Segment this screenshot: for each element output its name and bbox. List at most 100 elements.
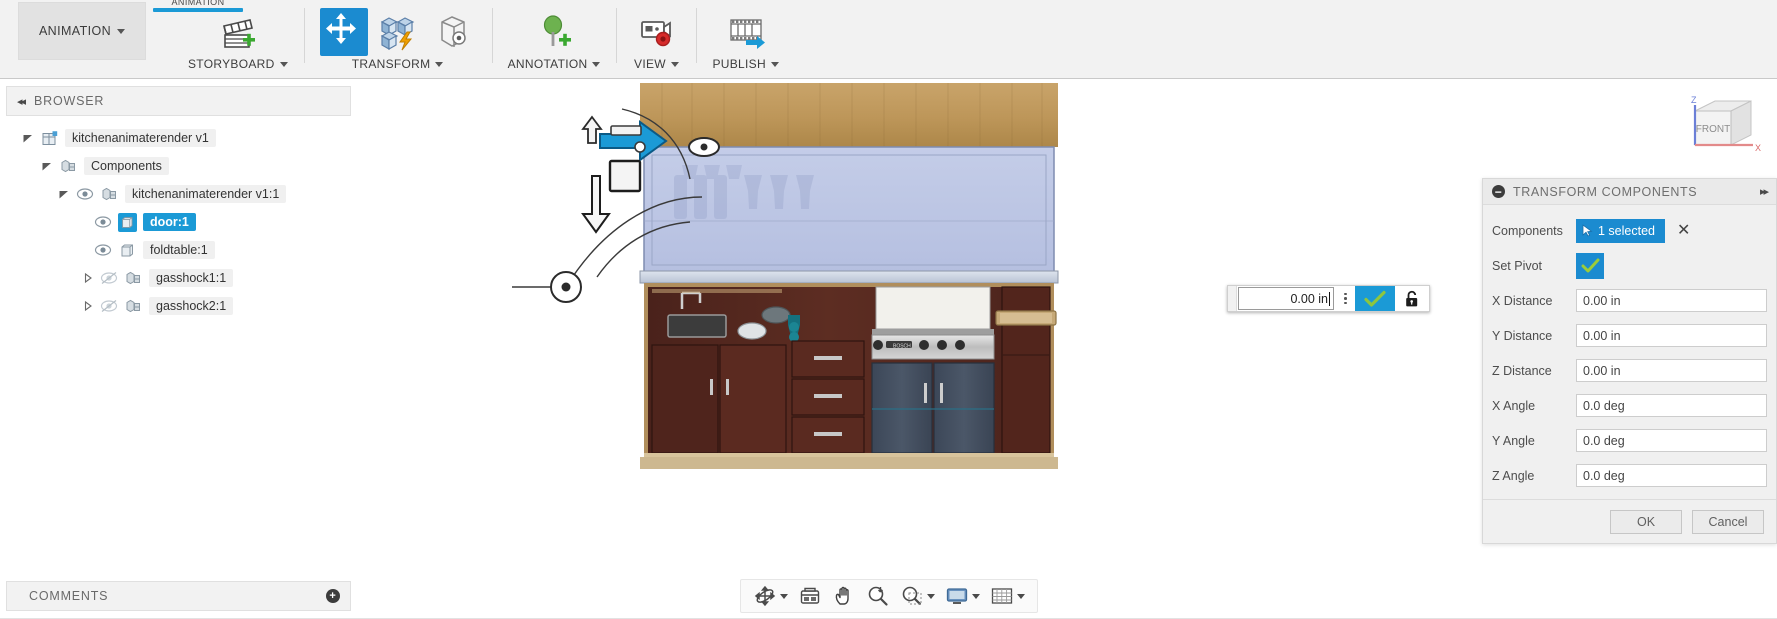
field-x-distance: X Distance 0.00 in (1483, 283, 1776, 318)
navbar-grid-settings[interactable] (987, 584, 1028, 608)
workspace-switcher-button[interactable]: ANIMATION (18, 2, 146, 60)
browser-header[interactable]: ◂◂ BROWSER (6, 86, 351, 116)
chevron-down-icon (279, 61, 288, 67)
navbar-zoom[interactable] (863, 584, 893, 608)
navbar-pan[interactable] (829, 584, 859, 608)
ok-button[interactable]: OK (1610, 509, 1682, 534)
document-icon (40, 129, 59, 148)
manipulator-confirm-button[interactable] (1355, 286, 1395, 311)
navbar-display-settings[interactable] (942, 584, 983, 608)
visibility-eye-icon[interactable] (94, 243, 112, 257)
navbar-zoom-window[interactable] (897, 584, 938, 608)
show-hide-components-icon[interactable] (374, 8, 422, 56)
cursor-arrow-icon (1582, 224, 1593, 237)
chevron-down-icon[interactable] (971, 593, 980, 599)
tree-item-components[interactable]: Components (6, 152, 351, 180)
ribbon-group-transform-label[interactable]: TRANSFORM (352, 57, 444, 71)
manipulator-value-input-group[interactable]: 0.00 in (1227, 285, 1430, 312)
clear-selection-x-icon[interactable]: ✕ (1677, 222, 1690, 239)
orbit-icon (754, 585, 775, 607)
dialog-header[interactable]: − TRANSFORM COMPONENTS ▸▸ (1483, 179, 1776, 205)
tree-item-label: kitchenanimaterender v1 (65, 129, 216, 147)
expand-triangle-open-icon[interactable] (41, 160, 53, 172)
tree-item-gasshock1-1[interactable]: gasshock1:1 (6, 264, 351, 292)
visibility-eye-icon[interactable] (94, 215, 112, 229)
grid-settings-icon (991, 588, 1012, 604)
set-pivot-toggle[interactable] (1576, 252, 1604, 279)
new-callout-icon[interactable] (530, 8, 578, 56)
field-z-distance: Z Distance 0.00 in (1483, 353, 1776, 388)
field-y-distance: Y Distance 0.00 in (1483, 318, 1776, 353)
chevron-down-icon[interactable] (1016, 593, 1025, 599)
view-cube-face-label: FRONT (1696, 124, 1730, 135)
new-storyboard-icon[interactable] (214, 8, 262, 56)
chevron-down-icon (117, 28, 126, 34)
y-distance-input[interactable]: 0.00 in (1576, 324, 1767, 347)
ribbon-group-view-label[interactable]: VIEW (634, 57, 679, 71)
visibility-eye-hidden-icon[interactable] (100, 271, 118, 285)
plus-circle-icon[interactable]: + (326, 589, 340, 603)
cancel-button[interactable]: Cancel (1692, 509, 1764, 534)
ribbon-group-publish-label[interactable]: PUBLISH (712, 57, 779, 71)
collapse-left-icon[interactable]: ◂◂ (17, 95, 26, 108)
field-label: Y Distance (1492, 328, 1553, 343)
camera-view-icon[interactable] (632, 8, 680, 56)
expand-triangle-closed-icon[interactable] (82, 272, 94, 284)
chevron-down-icon (435, 61, 444, 67)
view-cube-axis-x: X (1755, 143, 1761, 153)
view-cube-axis-z: Z (1691, 95, 1697, 105)
components-selection-value: 1 selected (1598, 223, 1655, 238)
tree-item-foldtable-1[interactable]: foldtable:1 (6, 236, 351, 264)
ribbon-group-storyboard-label[interactable]: STORYBOARD (188, 57, 288, 71)
transform-components-icon[interactable] (319, 8, 368, 56)
comments-header[interactable]: COMMENTS + (6, 581, 351, 611)
chevron-down-icon[interactable] (779, 593, 788, 599)
dialog-body: Components 1 selected ✕ Set Pivot X Dist… (1483, 205, 1776, 493)
visibility-eye-icon[interactable] (76, 187, 94, 201)
y-angle-input[interactable]: 0.0 deg (1576, 429, 1767, 452)
ribbon-group-annotation-label[interactable]: ANNOTATION (508, 57, 601, 71)
navigation-bar (739, 579, 1038, 613)
expand-triangle-open-icon[interactable] (22, 132, 34, 144)
expand-triangle-closed-icon[interactable] (82, 300, 94, 312)
expand-right-icon[interactable]: ▸▸ (1760, 185, 1769, 198)
tree-item-kitchenanimaterender-v1-1[interactable]: kitchenanimaterender v1:1 (6, 180, 351, 208)
chevron-down-icon[interactable] (926, 593, 935, 599)
navbar-orbit[interactable] (750, 584, 791, 608)
field-label: Components (1492, 223, 1563, 238)
field-label: Y Angle (1492, 433, 1535, 448)
x-angle-input[interactable]: 0.0 deg (1576, 394, 1767, 417)
transform-components-dialog: − TRANSFORM COMPONENTS ▸▸ Components 1 s… (1482, 178, 1777, 544)
x-distance-input[interactable]: 0.00 in (1576, 289, 1767, 312)
minus-circle-icon[interactable]: − (1492, 185, 1505, 198)
chevron-down-icon (592, 61, 601, 67)
components-selection-button[interactable]: 1 selected (1576, 218, 1665, 243)
tree-item-door-1[interactable]: door:1 (6, 208, 351, 236)
navbar-look-at[interactable] (795, 584, 825, 608)
restore-home-icon[interactable] (428, 8, 476, 56)
tree-item-gasshock2-1[interactable]: gasshock2:1 (6, 292, 351, 320)
pan-hand-icon (835, 586, 849, 605)
component-icon (100, 185, 119, 204)
tree-item-kitchenanimaterender-v1[interactable]: kitchenanimaterender v1 (6, 124, 351, 152)
browser-title: BROWSER (34, 94, 105, 108)
expand-triangle-open-icon[interactable] (58, 188, 70, 200)
field-components: Components 1 selected ✕ (1483, 213, 1776, 248)
visibility-eye-hidden-icon[interactable] (100, 299, 118, 313)
component-icon (124, 269, 143, 288)
view-cube[interactable]: FRONT Z X (1673, 87, 1769, 169)
ribbon-group-publish: PUBLISH (696, 0, 794, 79)
vertical-dots-icon[interactable] (1336, 286, 1355, 311)
tree-item-label: Components (84, 157, 169, 175)
manipulator-distance-input[interactable]: 0.00 in (1238, 287, 1334, 310)
field-y-angle: Y Angle 0.0 deg (1483, 423, 1776, 458)
drag-grip-icon[interactable] (1228, 286, 1237, 311)
publish-video-icon[interactable] (722, 8, 770, 56)
ribbon-group-transform: TRANSFORM (303, 0, 492, 79)
z-distance-input[interactable]: 0.00 in (1576, 359, 1767, 382)
comments-panel: COMMENTS + (6, 581, 351, 611)
unlocked-padlock-icon[interactable] (1395, 286, 1429, 311)
z-angle-input[interactable]: 0.0 deg (1576, 464, 1767, 487)
workspace-switcher-label: ANIMATION (38, 24, 112, 38)
green-check-icon (1581, 258, 1599, 273)
